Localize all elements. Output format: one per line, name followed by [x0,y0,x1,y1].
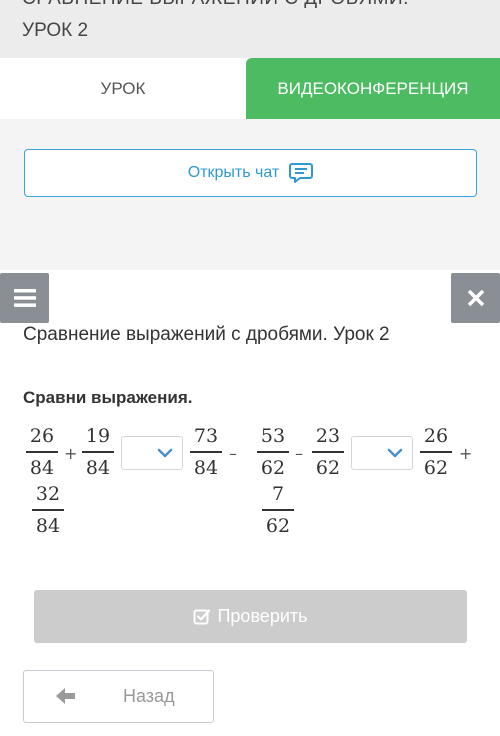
fraction-bar [262,509,294,511]
fraction-7: 32 84 [30,482,66,538]
chevron-down-icon [157,448,173,458]
close-button[interactable] [451,273,500,323]
fraction-denominator: 62 [260,456,286,479]
tab-bar: УРОК ВИДЕОКОНФЕРЕНЦИЯ [0,58,500,119]
page-title-line-1: СРАВНЕНИЕ ВЫРАЖЕНИЙ С ДРОБЯМИ. [22,0,409,10]
fraction-denominator: 84 [29,456,55,479]
fraction-numerator: 26 [423,425,449,447]
fraction-1: 26 84 [24,424,60,480]
arrow-left-icon [56,688,75,704]
fraction-numerator: 7 [271,483,285,505]
fraction-denominator: 84 [85,456,111,479]
fraction-denominator: 62 [315,456,341,479]
fraction-8: 7 62 [260,482,296,538]
fraction-numerator: 32 [35,483,61,505]
fraction-bar [190,451,222,453]
fraction-denominator: 62 [265,514,291,537]
fraction-bar [312,451,344,453]
check-square-icon [193,608,211,624]
fraction-2: 19 84 [80,424,116,480]
fraction-denominator: 84 [35,514,61,537]
operator-plus: + [459,444,473,463]
fraction-bar [26,451,58,453]
hamburger-icon [13,289,36,307]
fraction-3: 73 84 [188,424,224,480]
compare-select-1[interactable] [121,436,183,470]
operator-minus: – [229,444,237,463]
chevron-down-icon [387,448,403,458]
fraction-denominator: 62 [423,456,449,479]
fraction-numerator: 23 [315,425,341,447]
fraction-bar [257,451,289,453]
chat-bubble-icon [289,163,314,183]
back-button-label: Назад [123,686,175,706]
exercise-prompt: Сравни выражения. [23,388,193,407]
fraction-denominator: 84 [193,456,219,479]
menu-button[interactable] [0,273,49,323]
fraction-numerator: 26 [29,425,55,447]
open-chat-label: Открыть чат [187,164,280,181]
fraction-numerator: 53 [260,425,286,447]
page-header: СРАВНЕНИЕ ВЫРАЖЕНИЙ С ДРОБЯМИ. УРОК 2 [0,0,500,58]
fraction-4: 53 62 [255,424,291,480]
fraction-numerator: 19 [85,425,111,447]
check-button[interactable]: Проверить [34,590,467,643]
page-title-line-2: УРОК 2 [22,20,89,41]
back-button[interactable]: Назад [23,670,214,723]
fraction-numerator: 73 [193,425,219,447]
open-chat-button[interactable]: Открыть чат [24,149,477,197]
fraction-6: 26 62 [418,424,454,480]
tab-videoconference[interactable]: ВИДЕОКОНФЕРЕНЦИЯ [246,58,500,119]
exercise-title: Сравнение выражений с дробями. Урок 2 [23,324,390,345]
fraction-5: 23 62 [310,424,346,480]
fraction-bar [32,509,64,511]
operator-minus: – [295,444,303,463]
close-icon [467,289,484,307]
operator-plus: + [64,444,78,463]
check-button-label: Проверить [217,606,308,626]
compare-select-2[interactable] [351,436,413,470]
tab-lesson[interactable]: УРОК [0,58,246,119]
fraction-bar [82,451,114,453]
fraction-bar [420,451,452,453]
